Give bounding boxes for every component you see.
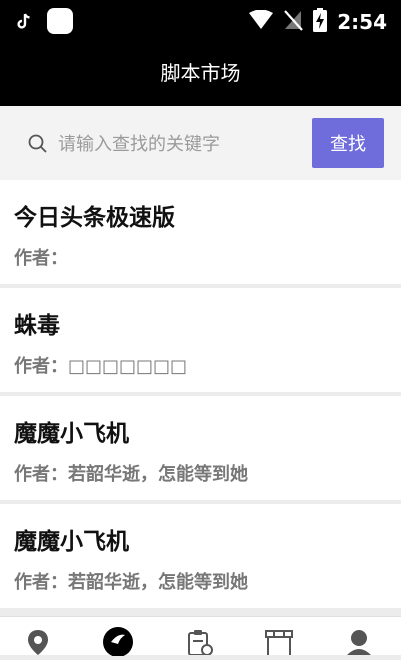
script-author: 作者： <box>14 248 68 269</box>
status-time: 2:54 <box>337 10 387 34</box>
script-icon[interactable] <box>186 629 214 659</box>
bottom-nav <box>0 616 401 657</box>
list-item[interactable]: 今日头条极速版 作者： <box>0 180 401 284</box>
search-bar: 查找 <box>0 106 401 180</box>
app-icon <box>46 8 74 38</box>
script-author: 作者：若韶华逝，怎能等到她 <box>14 572 248 593</box>
script-title: 魔魔小飞机 <box>14 421 129 447</box>
list-item[interactable]: 蛛毒 作者：□□□□□□□ <box>0 288 401 392</box>
no-sim-icon <box>283 9 304 35</box>
list-item[interactable]: 魔魔小飞机 作者：若韶华逝，怎能等到她 <box>0 504 401 608</box>
location-icon[interactable] <box>26 629 50 659</box>
tiktok-icon <box>16 12 32 34</box>
store-icon[interactable] <box>264 629 294 659</box>
battery-charging-icon <box>313 8 328 36</box>
profile-icon[interactable] <box>346 629 372 659</box>
search-button[interactable]: 查找 <box>312 118 384 168</box>
script-title: 今日头条极速版 <box>14 205 175 231</box>
list-item[interactable]: 魔魔小飞机 作者：若韶华逝，怎能等到她 <box>0 396 401 500</box>
script-title: 蛛毒 <box>14 313 60 339</box>
script-list: 今日头条极速版 作者： 蛛毒 作者：□□□□□□□ 魔魔小飞机 作者：若韶华逝，… <box>0 180 401 612</box>
explore-icon[interactable] <box>102 626 134 660</box>
script-title: 魔魔小飞机 <box>14 529 129 555</box>
status-bar: 2:54 <box>0 0 401 40</box>
search-input[interactable] <box>56 128 300 160</box>
page-title: 脚本市场 <box>0 40 401 106</box>
search-icon <box>28 134 48 158</box>
script-author: 作者：若韶华逝，怎能等到她 <box>14 464 248 485</box>
wifi-icon <box>249 9 274 34</box>
script-author: 作者：□□□□□□□ <box>14 356 188 377</box>
